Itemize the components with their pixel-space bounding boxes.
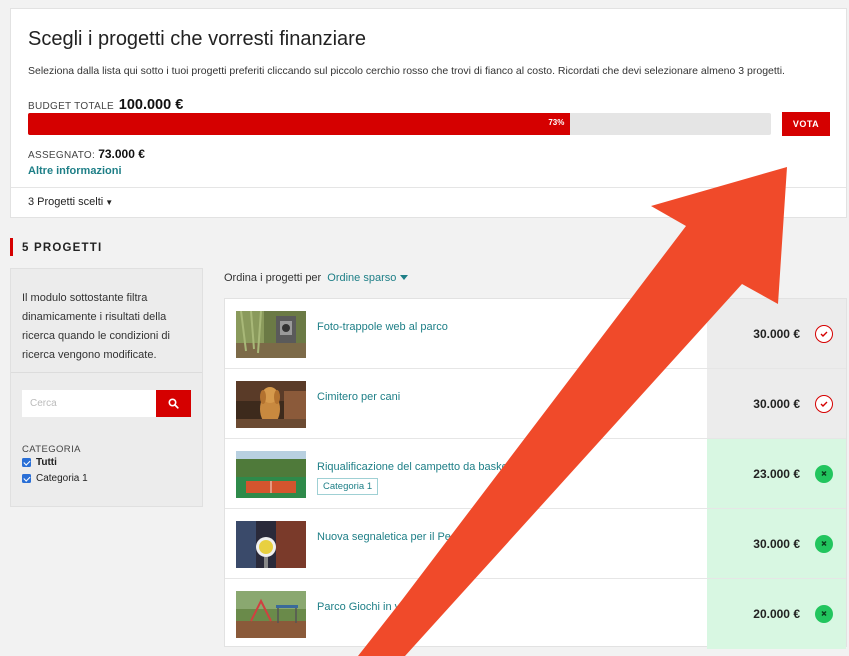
more-info-link[interactable]: Altre informazioni	[28, 165, 122, 177]
category-option-label: Categoria 1	[36, 473, 88, 484]
assigned-value: 73.000 €	[98, 147, 145, 161]
page-title: Scegli i progetti che vorresti finanziar…	[28, 28, 366, 50]
chosen-projects-dropdown[interactable]: 3 Progetti scelti ▼	[28, 196, 113, 208]
project-thumbnail	[236, 591, 306, 638]
budget-progress-bar: 73%	[28, 113, 771, 135]
project-cost: 30.000 €	[753, 537, 800, 551]
filter-sidebar: Il modulo sottostante filtra dinamicamen…	[10, 268, 203, 507]
project-title-link[interactable]: Cimitero per cani	[317, 391, 400, 403]
project-title-link[interactable]: Foto-trappole web al parco	[317, 321, 448, 333]
deselect-project-toggle[interactable]	[815, 605, 833, 623]
category-option-1[interactable]: Categoria 1	[22, 473, 88, 484]
vote-button[interactable]: VOTA	[782, 112, 830, 136]
project-row: Riqualificazione del campetto da basket …	[225, 439, 846, 509]
project-cost: 23.000 €	[753, 467, 800, 481]
project-row: Parco Giochi in via Albero 20.000 €	[225, 579, 846, 649]
deselect-project-toggle[interactable]	[815, 465, 833, 483]
sort-control: Ordina i progetti per Ordine sparso	[224, 272, 409, 284]
search-icon	[168, 398, 179, 409]
project-row: Nuova segnaletica per il Pedibus 30.000 …	[225, 509, 846, 579]
project-title-link[interactable]: Parco Giochi in via Albero	[317, 601, 443, 613]
project-thumbnail	[236, 311, 306, 358]
divider	[11, 372, 202, 373]
deselect-project-toggle[interactable]	[815, 535, 833, 553]
select-project-toggle[interactable]	[815, 395, 833, 413]
project-title-link[interactable]: Nuova segnaletica per il Pedibus	[317, 531, 477, 543]
assigned-label: Assegnato:	[28, 150, 96, 161]
budget-value: 100.000 €	[118, 97, 184, 113]
search-input[interactable]	[22, 390, 156, 417]
project-cost-cell: 30.000 €	[707, 369, 846, 438]
project-thumbnail	[236, 451, 306, 498]
category-tag[interactable]: Categoria 1	[317, 478, 379, 495]
search-button[interactable]	[156, 390, 191, 417]
checkbox-checked-icon[interactable]	[22, 474, 31, 483]
divider	[11, 187, 846, 188]
project-list: Foto-trappole web al parco 30.000 € Cimi…	[224, 298, 847, 649]
select-project-toggle[interactable]	[815, 325, 833, 343]
progress-percent: 73%	[548, 118, 565, 127]
budget-panel: Scegli i progetti che vorresti finanziar…	[10, 8, 847, 218]
projects-count-title: 5 PROGETTI	[22, 242, 103, 254]
assigned-amount: Assegnato: 73.000 €	[28, 147, 145, 161]
project-row: Foto-trappole web al parco 30.000 €	[225, 299, 846, 369]
project-row: Cimitero per cani 30.000 €	[225, 369, 846, 439]
sort-value: Ordine sparso	[327, 272, 397, 284]
close-icon	[821, 540, 827, 547]
budget-total: Budget totale 100.000 €	[28, 97, 183, 113]
instructions-text: Seleziona dalla lista qui sotto i tuoi p…	[28, 65, 785, 77]
budget-progress-fill: 73%	[28, 113, 571, 135]
project-cost: 30.000 €	[753, 397, 800, 411]
chosen-projects-label: 3 Progetti scelti	[28, 196, 104, 208]
project-cost-cell: 30.000 €	[707, 299, 846, 368]
section-heading: 5 PROGETTI	[10, 238, 102, 256]
project-cost-cell: 20.000 €	[707, 579, 846, 649]
check-icon	[820, 331, 828, 337]
checkbox-checked-icon[interactable]	[22, 458, 31, 467]
check-icon	[820, 401, 828, 407]
caret-down-icon: ▼	[105, 198, 114, 207]
sort-label: Ordina i progetti per	[224, 272, 322, 284]
project-cost-cell: 23.000 €	[707, 439, 846, 508]
close-icon	[821, 610, 827, 617]
project-thumbnail	[236, 381, 306, 428]
budget-label: Budget totale	[28, 101, 114, 112]
close-icon	[821, 470, 827, 477]
project-title-link[interactable]: Riqualificazione del campetto da basket …	[317, 461, 540, 473]
project-cost-cell: 30.000 €	[707, 509, 846, 578]
category-option-all[interactable]: Tutti	[22, 457, 57, 468]
project-cost: 20.000 €	[753, 607, 800, 621]
project-cost: 30.000 €	[753, 327, 800, 341]
sort-dropdown[interactable]: Ordine sparso	[327, 272, 409, 284]
caret-down-icon	[400, 275, 409, 280]
filter-description: Il modulo sottostante filtra dinamicamen…	[22, 292, 170, 361]
category-label: CATEGORIA	[22, 444, 81, 455]
project-thumbnail	[236, 521, 306, 568]
category-option-label: Tutti	[36, 457, 57, 468]
